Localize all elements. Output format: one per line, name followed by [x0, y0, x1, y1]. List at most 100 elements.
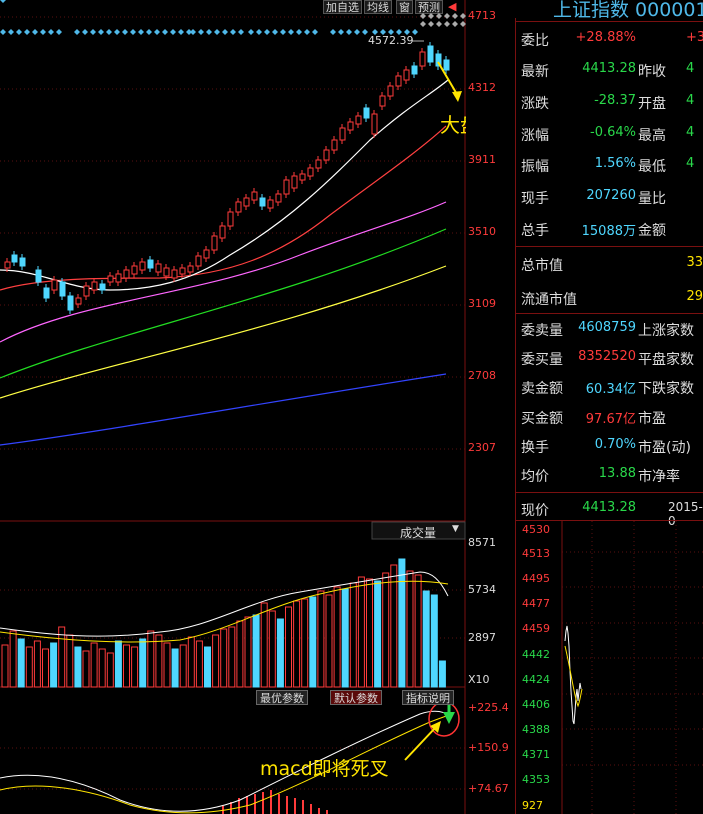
- candle: [379, 95, 386, 107]
- candle: [59, 281, 66, 297]
- intraday-axis-label: 4388: [522, 723, 550, 736]
- candle: [267, 199, 274, 209]
- volume-bar: [252, 614, 260, 688]
- candle: [291, 175, 298, 189]
- main-chart: 4572.39 大盘短期面临调整 macd即将死叉: [0, 0, 466, 814]
- annotation-top: 大盘短期面临调整: [440, 113, 466, 137]
- candle: [235, 201, 242, 213]
- order-value: 97.67亿: [585, 412, 636, 427]
- candle: [99, 283, 106, 291]
- macd-bar: [254, 794, 256, 814]
- order-label-2: 市净率: [638, 469, 680, 485]
- quote-label-2: 最低: [638, 159, 666, 175]
- float-market-cap-label: 流通市值: [521, 292, 577, 308]
- axis-label: 2708: [468, 369, 496, 382]
- volume-bars: [1, 558, 446, 688]
- candle: [19, 257, 26, 267]
- axis-label: 3109: [468, 297, 496, 310]
- volume-bar: [333, 586, 341, 688]
- macd-bar: [318, 808, 320, 814]
- quote-extra: 4: [686, 125, 695, 140]
- candle: [275, 193, 282, 203]
- volume-bar: [382, 572, 390, 688]
- quote-value: 1.56%: [594, 156, 636, 171]
- dropdown-arrow-icon[interactable]: ▼: [452, 524, 459, 534]
- macd-axis-label: +150.9: [468, 741, 509, 754]
- candle: [147, 259, 154, 269]
- order-label: 委卖量: [521, 323, 563, 339]
- order-label: 委买量: [521, 352, 563, 368]
- candle: [251, 191, 258, 201]
- quote-extra: 4: [686, 93, 695, 108]
- macd-bar: [262, 792, 264, 814]
- order-label-2: 下跌家数: [638, 381, 694, 397]
- volume-bar: [406, 570, 414, 688]
- volume-bar: [244, 616, 252, 688]
- order-label: 卖金额: [521, 381, 563, 397]
- order-label: 均价: [521, 469, 549, 485]
- candlesticks: [4, 42, 450, 314]
- volume-bar: [285, 606, 292, 688]
- volume-bar: [171, 648, 179, 688]
- volume-bar: [260, 602, 268, 688]
- candle: [163, 267, 170, 277]
- volume-bar: [228, 626, 236, 688]
- ma60-line: [0, 228, 447, 379]
- candle: [195, 255, 202, 267]
- volume-bar: [25, 646, 33, 688]
- axis-label: 4713: [468, 9, 496, 22]
- volume-bar: [293, 600, 301, 688]
- volume-bar: [106, 652, 114, 688]
- candle: [427, 45, 434, 63]
- order-label: 换手: [521, 440, 549, 456]
- macd-bar: [278, 794, 280, 814]
- volume-bar: [341, 588, 349, 688]
- volume-bar: [147, 630, 155, 688]
- order-value: 4608759: [578, 320, 636, 335]
- candle: [363, 107, 370, 119]
- volume-bar: [204, 646, 211, 688]
- quote-label-2: 量比: [638, 191, 666, 207]
- volume-bar: [9, 630, 17, 688]
- volume-bar: [414, 574, 422, 688]
- quote-value: 15088万: [581, 224, 636, 239]
- macd-bars: [222, 790, 328, 814]
- intraday-axis-label: 4353: [522, 773, 550, 786]
- best-params-button[interactable]: 最优参数: [256, 690, 308, 705]
- axis-label: 2307: [468, 441, 496, 454]
- volume-dropdown[interactable]: 成交量: [400, 524, 436, 541]
- volume-unit: X10: [468, 673, 490, 686]
- order-label-2: 上涨家数: [638, 323, 694, 339]
- candle: [355, 115, 362, 125]
- volume-bar: [430, 594, 438, 688]
- quote-label: 委比: [521, 33, 549, 49]
- candle: [75, 297, 82, 305]
- candle: [4, 261, 11, 269]
- candle: [123, 269, 130, 279]
- ma10-line: [0, 79, 449, 291]
- candle: [35, 269, 42, 283]
- current-price-label: 现价: [521, 503, 549, 519]
- volume-bar: [74, 646, 82, 688]
- volume-bar: [58, 626, 66, 688]
- volume-bar: [301, 598, 309, 688]
- macd-bar: [294, 798, 296, 814]
- indicator-help-button[interactable]: 指标说明: [402, 690, 454, 705]
- volume-bar: [220, 628, 228, 688]
- volume-axis-label: 8571: [468, 536, 496, 549]
- ma30-line: [0, 201, 447, 343]
- candle: [67, 295, 74, 311]
- macd-bar: [246, 796, 248, 814]
- volume-bar: [98, 648, 106, 688]
- signal-diamonds: [0, 0, 6, 3]
- quote-label-2: 昨收: [638, 64, 666, 80]
- default-params-button[interactable]: 默认参数: [330, 690, 382, 705]
- index-title: 上证指数 000001: [553, 0, 703, 21]
- macd-axis-label: +74.67: [468, 782, 509, 795]
- volume-bar: [325, 594, 333, 688]
- macd-bar: [286, 796, 288, 814]
- candle: [259, 197, 266, 207]
- volume-bar: [50, 642, 58, 688]
- volume-bar: [366, 578, 373, 688]
- peak-price-label: 4572.39: [368, 34, 414, 47]
